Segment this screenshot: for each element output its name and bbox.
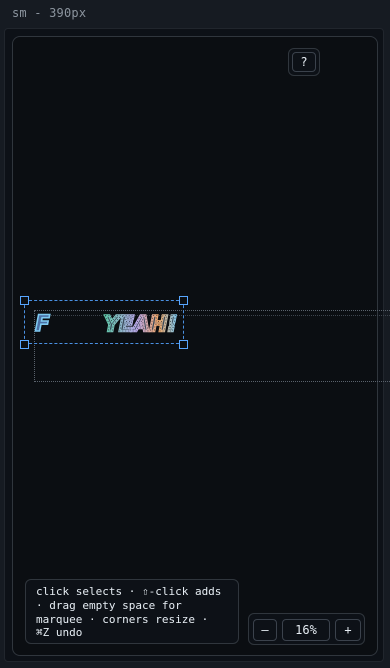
help-button-label: ? (292, 52, 316, 72)
selection-box[interactable] (24, 300, 184, 344)
resize-handle-bottom-left[interactable] (20, 340, 29, 349)
help-button[interactable]: ? (288, 48, 320, 76)
resize-handle-top-right[interactable] (179, 296, 188, 305)
zoom-out-button[interactable]: – (253, 619, 277, 641)
resize-handle-top-left[interactable] (20, 296, 29, 305)
zoom-in-button[interactable]: + (335, 619, 361, 641)
zoom-level[interactable]: 16% (282, 619, 330, 641)
resize-handle-bottom-right[interactable] (179, 340, 188, 349)
zoom-controls: – 16% + (248, 613, 365, 645)
hint-panel: click selects · ⇧-click adds · drag empt… (25, 579, 239, 644)
viewport-title: sm - 390px (12, 6, 87, 20)
